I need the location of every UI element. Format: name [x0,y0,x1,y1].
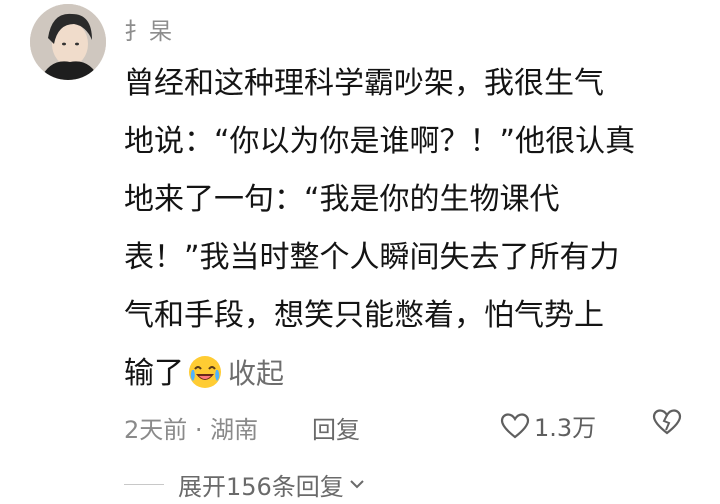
username[interactable]: 扌杲 [124,12,174,46]
laughing-crying-emoji-icon [188,351,222,388]
expand-replies-label: 展开156条回复 [178,472,344,501]
comment-text: 曾经和这种理科学霸吵架，我很生气 地说：“你以为你是谁啊？！”他很认真 地来了一… [124,55,699,403]
comment-line: 曾经和这种理科学霸吵架，我很生气 [124,66,604,101]
like-count: 1.3万 [534,414,597,442]
comment-line: 输了 [124,356,184,391]
like-button[interactable]: 1.3万 [500,408,596,443]
chevron-down-icon [350,480,364,489]
avatar[interactable] [30,4,106,80]
comment-last-line: 输了 收起 [124,345,699,403]
dislike-button[interactable] [652,408,682,442]
comment-line: 表！”我当时整个人瞬间失去了所有力 [124,240,620,275]
broken-heart-icon [652,409,682,435]
comment-line: 地来了一句：“我是你的生物课代 [124,182,560,217]
heart-icon [500,412,530,438]
collapse-button[interactable]: 收起 [228,357,284,390]
time-location: 2天前 · 湖南 [124,416,259,444]
divider [124,483,164,485]
expand-replies-button[interactable]: 展开156条回复 [124,466,366,502]
comment-meta: 2天前 · 湖南 回复 1.3万 [124,406,694,446]
comment-line: 气和手段，想笑只能憋着，怕气势上 [124,298,604,333]
reply-button[interactable]: 回复 [312,410,360,445]
comment-line: 地说：“你以为你是谁啊？！”他很认真 [124,124,636,159]
